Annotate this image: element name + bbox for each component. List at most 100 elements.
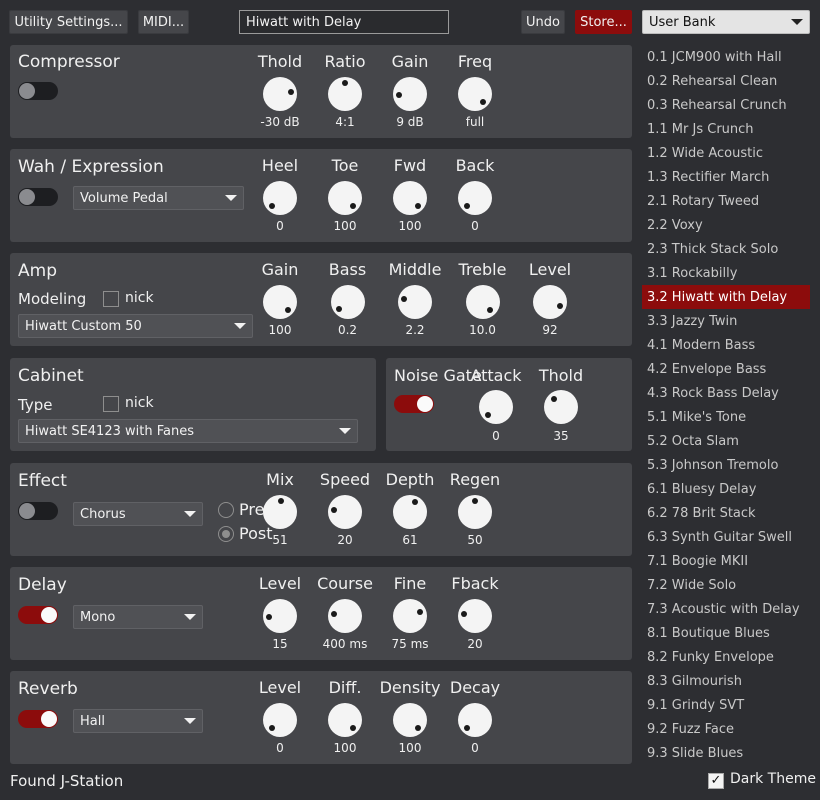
- amp-knob-label: Gain: [261, 260, 299, 279]
- effect-knob-mix[interactable]: [263, 495, 297, 529]
- wah-enable-toggle[interactable]: [18, 188, 58, 206]
- preset-item[interactable]: 9.2 Fuzz Face: [642, 717, 810, 741]
- compressor-knob-freq[interactable]: [458, 77, 492, 111]
- amp-model-select[interactable]: Hiwatt Custom 50: [18, 314, 253, 338]
- amp-knob-treble[interactable]: [465, 285, 500, 319]
- store-button[interactable]: Store...: [575, 10, 632, 34]
- amp-knob-gain[interactable]: [263, 285, 297, 319]
- effect-type-select[interactable]: Chorus: [73, 502, 203, 526]
- preset-item[interactable]: 7.1 Boogie MKII: [642, 549, 810, 573]
- reverb-knob-diff[interactable]: [328, 703, 362, 737]
- preset-item[interactable]: 3.3 Jazzy Twin: [642, 309, 810, 333]
- cabinet-nick-checkbox[interactable]: [103, 396, 119, 412]
- preset-item[interactable]: 2.1 Rotary Tweed: [642, 189, 810, 213]
- bank-select[interactable]: User Bank: [642, 10, 810, 34]
- effect-enable-toggle[interactable]: [18, 502, 58, 520]
- preset-item[interactable]: 4.3 Rock Bass Delay: [642, 381, 810, 405]
- chevron-down-icon: [184, 718, 196, 724]
- noise_gate-knob-label: Thold: [538, 366, 584, 385]
- wah-knob-value: 100: [333, 219, 357, 233]
- wah-knob-back[interactable]: [458, 181, 492, 215]
- preset-item[interactable]: 3.2 Hiwatt with Delay: [642, 285, 810, 309]
- cabinet-title: Cabinet: [18, 366, 84, 386]
- delay-knob-fback[interactable]: [458, 599, 492, 633]
- preset-item[interactable]: 4.2 Envelope Bass: [642, 357, 810, 381]
- preset-item[interactable]: 5.2 Octa Slam: [642, 429, 810, 453]
- reverb-knob-level[interactable]: [263, 703, 297, 737]
- preset-item[interactable]: 4.1 Modern Bass: [642, 333, 810, 357]
- effect-panel: Effect Chorus Pre Post Mix 51 Speed 20 Depth…: [10, 463, 632, 556]
- preset-item[interactable]: 2.3 Thick Stack Solo: [642, 237, 810, 261]
- delay-enable-toggle[interactable]: [18, 606, 58, 624]
- preset-item[interactable]: 2.2 Voxy: [642, 213, 810, 237]
- compressor-knob-gain[interactable]: [393, 77, 427, 111]
- noise-gate-enable-toggle[interactable]: [394, 395, 434, 413]
- reverb-title: Reverb: [18, 679, 78, 699]
- dark-theme-checkbox[interactable]: ✓: [708, 773, 724, 789]
- toggle-thumb: [19, 83, 35, 99]
- reverb-knob-density[interactable]: [393, 703, 427, 737]
- wah-mode-select[interactable]: Volume Pedal: [73, 186, 244, 210]
- preset-item[interactable]: 8.2 Funky Envelope: [642, 645, 810, 669]
- preset-item[interactable]: 1.2 Wide Acoustic: [642, 141, 810, 165]
- preset-item[interactable]: 8.3 Gilmourish: [642, 669, 810, 693]
- amp-knob-middle[interactable]: [398, 285, 432, 319]
- preset-item[interactable]: 0.2 Rehearsal Clean: [642, 69, 810, 93]
- noise_gate-knob-attack[interactable]: [479, 390, 513, 424]
- noise-gate-panel: Noise Gate Attack 0 Thold 35: [386, 358, 632, 451]
- patch-name-field[interactable]: Hiwatt with Delay: [239, 10, 449, 34]
- delay-knob-course[interactable]: [328, 599, 362, 633]
- preset-item[interactable]: 5.3 Johnson Tremolo: [642, 453, 810, 477]
- delay-knob-fine[interactable]: [393, 599, 427, 633]
- dark-theme-label: Dark Theme: [730, 771, 816, 787]
- reverb-type-select[interactable]: Hall: [73, 709, 203, 733]
- compressor-enable-toggle[interactable]: [18, 82, 58, 100]
- compressor-knob-ratio[interactable]: [328, 77, 362, 111]
- preset-item[interactable]: 1.3 Rectifier March: [642, 165, 810, 189]
- effect-knob-depth[interactable]: [393, 495, 427, 529]
- preset-item[interactable]: 6.3 Synth Guitar Swell: [642, 525, 810, 549]
- preset-item[interactable]: 7.2 Wide Solo: [642, 573, 810, 597]
- amp-knob-bass[interactable]: [330, 285, 365, 319]
- effect-post-radio[interactable]: [218, 526, 234, 542]
- preset-item[interactable]: 8.1 Boutique Blues: [642, 621, 810, 645]
- amp-model-value: Hiwatt Custom 50: [25, 318, 142, 334]
- knob-indicator: [461, 611, 468, 618]
- effect-knob-label: Depth: [385, 470, 435, 489]
- utility-settings-button[interactable]: Utility Settings...: [9, 10, 128, 34]
- reverb-knob-decay[interactable]: [458, 703, 492, 737]
- wah-knob-toe[interactable]: [328, 181, 362, 215]
- checkmark-icon: ✓: [710, 773, 722, 788]
- cabinet-nick-label: nick: [125, 395, 154, 411]
- effect-knob-regen[interactable]: [458, 495, 492, 529]
- reverb-enable-toggle[interactable]: [18, 710, 58, 728]
- wah-knob-heel[interactable]: [263, 181, 297, 215]
- preset-item[interactable]: 7.3 Acoustic with Delay: [642, 597, 810, 621]
- preset-item[interactable]: 6.1 Bluesy Delay: [642, 477, 810, 501]
- preset-item[interactable]: 5.1 Mike's Tone: [642, 405, 810, 429]
- compressor-knob-thold[interactable]: [263, 77, 297, 111]
- preset-item[interactable]: 6.2 78 Brit Stack: [642, 501, 810, 525]
- cabinet-model-select[interactable]: Hiwatt SE4123 with Fanes: [18, 419, 358, 443]
- knob-indicator: [284, 306, 291, 313]
- preset-item[interactable]: 9.1 Grindy SVT: [642, 693, 810, 717]
- preset-item[interactable]: 0.3 Rehearsal Crunch: [642, 93, 810, 117]
- wah-knob-fwd[interactable]: [393, 181, 427, 215]
- midi-button[interactable]: MIDI...: [138, 10, 189, 34]
- delay-knob-label: Fback: [451, 574, 499, 593]
- noise_gate-knob-thold[interactable]: [544, 390, 578, 424]
- knob-indicator: [266, 613, 273, 620]
- wah-title: Wah / Expression: [18, 157, 164, 177]
- delay-knob-level[interactable]: [263, 599, 297, 633]
- effect-pre-label: Pre: [239, 500, 265, 519]
- effect-knob-speed[interactable]: [328, 495, 362, 529]
- preset-item[interactable]: 9.3 Slide Blues: [642, 741, 810, 765]
- preset-item[interactable]: 1.1 Mr Js Crunch: [642, 117, 810, 141]
- delay-type-select[interactable]: Mono: [73, 605, 203, 629]
- effect-pre-radio[interactable]: [218, 502, 234, 518]
- undo-button[interactable]: Undo: [521, 10, 565, 34]
- preset-item[interactable]: 3.1 Rockabilly: [642, 261, 810, 285]
- amp-knob-level[interactable]: [533, 285, 567, 319]
- amp-nick-checkbox[interactable]: [103, 291, 119, 307]
- preset-item[interactable]: 0.1 JCM900 with Hall: [642, 45, 810, 69]
